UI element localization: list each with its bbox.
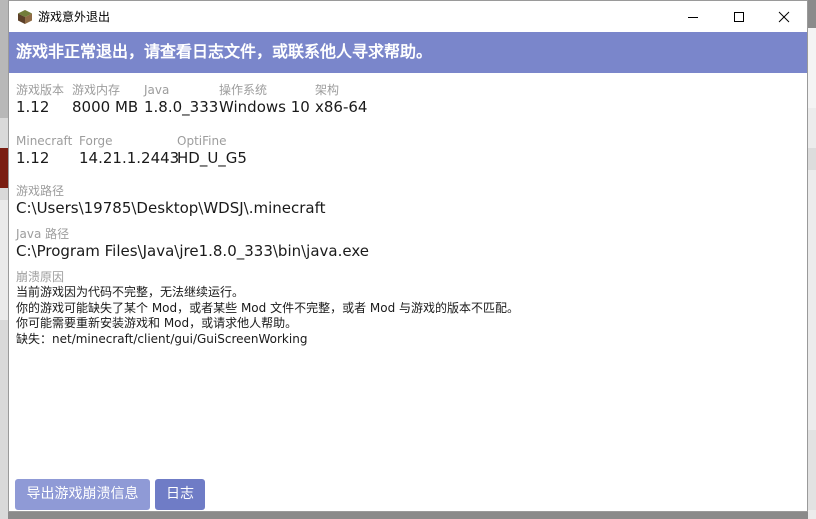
crash-reason-line: 缺失：net/minecraft/client/gui/GuiScreenWor… [16,331,308,346]
java-path-field: Java 路径 C:\Program Files\Java\jre1.8.0_3… [16,227,369,260]
java-path-value: C:\Program Files\Java\jre1.8.0_333\bin\j… [16,242,369,260]
title-bar[interactable]: 游戏意外退出 [9,1,807,32]
optifine-version-label: OptiFine [177,134,227,148]
close-button[interactable] [761,1,807,32]
background-app-right-edge [808,0,816,519]
minecraft-block-icon [18,10,32,24]
minecraft-version-label: Minecraft [16,134,73,148]
arch-label: 架构 [315,83,340,97]
background-app-left-edge [0,0,8,519]
game-path-value: C:\Users\19785\Desktop\WDSJ\.minecraft [16,199,326,217]
game-memory-value: 8000 MB [72,98,139,116]
close-icon [778,11,790,22]
arch-value: x86-64 [315,98,368,116]
optifine-version-value: HD_U_G5 [177,149,247,167]
game-memory-label: 游戏内存 [72,83,121,97]
optifine-version-field: OptiFine HD_U_G5 [177,134,247,167]
game-version-label: 游戏版本 [16,83,65,97]
error-banner-message: 游戏非正常退出，请查看日志文件，或联系他人寻求帮助。 [16,42,433,61]
arch-field: 架构 x86-64 [315,83,367,116]
game-version-field: 游戏版本 1.12 [16,83,64,116]
java-version-field: Java 1.8.0_333 [144,83,218,116]
export-crash-info-button[interactable]: 导出游戏崩溃信息 [15,479,150,510]
java-version-label: Java [144,83,170,97]
crash-dialog-window: 游戏意外退出 游戏非正常退出，请查看日志文件，或联系他人寻求帮助。 游戏版本 1… [8,0,808,512]
crash-reason-line: 当前游戏因为代码不完整，无法继续运行。 [16,285,245,299]
os-field: 操作系统 Windows 10 [219,83,310,116]
minecraft-version-value: 1.12 [16,149,50,167]
crash-reason-line: 你的游戏可能缺失了某个 Mod，或者某些 Mod 文件不完整，或者 Mod 与游… [16,300,520,315]
minimize-icon [688,16,698,18]
maximize-button[interactable] [716,1,762,32]
os-label: 操作系统 [219,83,268,97]
maximize-icon [734,11,744,22]
game-version-value: 1.12 [16,98,50,116]
minecraft-version-field: Minecraft 1.12 [16,134,72,167]
forge-version-label: Forge [79,134,113,148]
game-memory-field: 游戏内存 8000 MB [72,83,138,116]
log-button[interactable]: 日志 [155,479,205,510]
os-value: Windows 10 [219,98,310,116]
minimize-button[interactable] [670,1,716,32]
forge-version-value: 14.21.1.2443 [79,149,180,167]
forge-version-field: Forge 14.21.1.2443 [79,134,179,167]
java-path-label: Java 路径 [16,227,70,241]
crash-reason-line: 你可能需要重新安装游戏和 Mod，或请求他人帮助。 [16,316,298,330]
java-version-value: 1.8.0_333 [144,98,219,116]
game-path-field: 游戏路径 C:\Users\19785\Desktop\WDSJ\.minecr… [16,184,326,217]
game-path-label: 游戏路径 [16,184,65,198]
crash-reason-label: 崩溃原因 [16,270,65,284]
error-banner: 游戏非正常退出，请查看日志文件，或联系他人寻求帮助。 [9,32,807,73]
crash-reason-section: 崩溃原因 当前游戏因为代码不完整，无法继续运行。 你的游戏可能缺失了某个 Mod… [16,270,519,347]
window-title: 游戏意外退出 [38,10,111,24]
